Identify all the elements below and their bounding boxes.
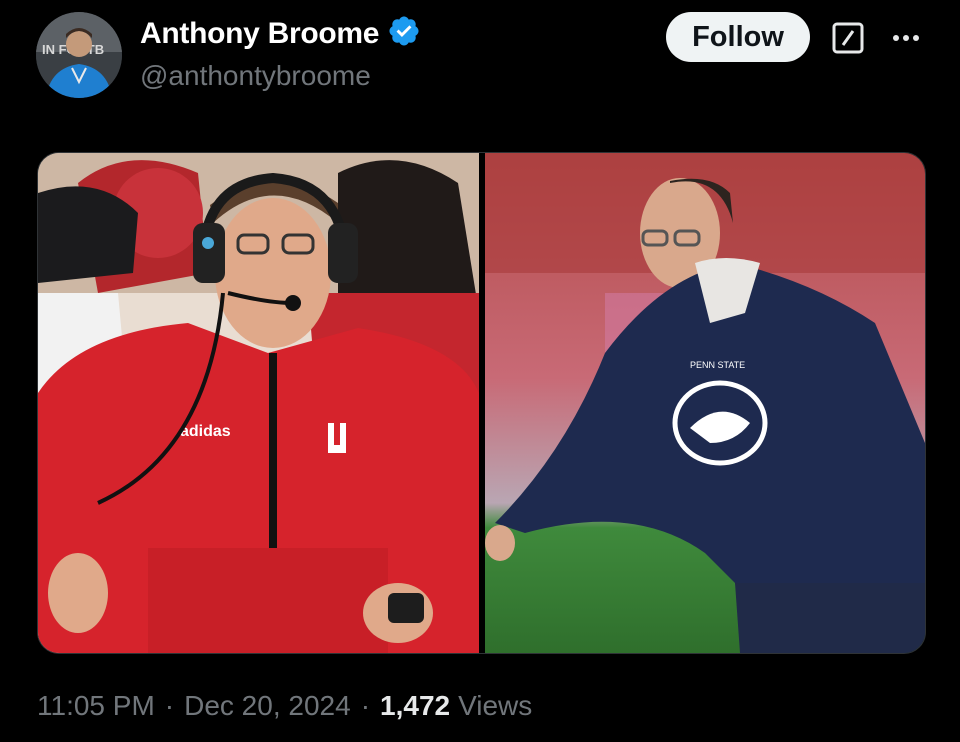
views-count[interactable]: 1,472 (380, 690, 450, 722)
tweet-media-grid[interactable]: ANT adidas (37, 152, 926, 654)
tweet-time[interactable]: 11:05 PM (37, 690, 155, 722)
media-photo-left[interactable]: ANT adidas (38, 153, 479, 653)
author-avatar[interactable]: IN FOOTB (36, 12, 122, 98)
views-label[interactable]: Views (458, 690, 532, 722)
more-options-icon[interactable] (888, 24, 924, 52)
adidas-logo: adidas (180, 423, 231, 440)
meta-separator: · (360, 690, 371, 721)
author-handle[interactable]: @anthontybroome (140, 60, 371, 92)
grok-icon[interactable] (832, 22, 864, 54)
tweet-date[interactable]: Dec 20, 2024 (184, 690, 351, 722)
author-name-row[interactable]: Anthony Broome (140, 14, 421, 53)
author-display-name[interactable]: Anthony Broome (140, 17, 379, 51)
svg-text:PENN STATE: PENN STATE (690, 360, 745, 370)
tweet-meta: 11:05 PM · Dec 20, 2024 · 1,472 Views (37, 690, 532, 722)
meta-separator: · (164, 690, 175, 721)
media-photo-right[interactable]: PENN STATE (485, 153, 925, 653)
verified-badge-icon (387, 14, 421, 53)
follow-button[interactable]: Follow (666, 12, 810, 62)
